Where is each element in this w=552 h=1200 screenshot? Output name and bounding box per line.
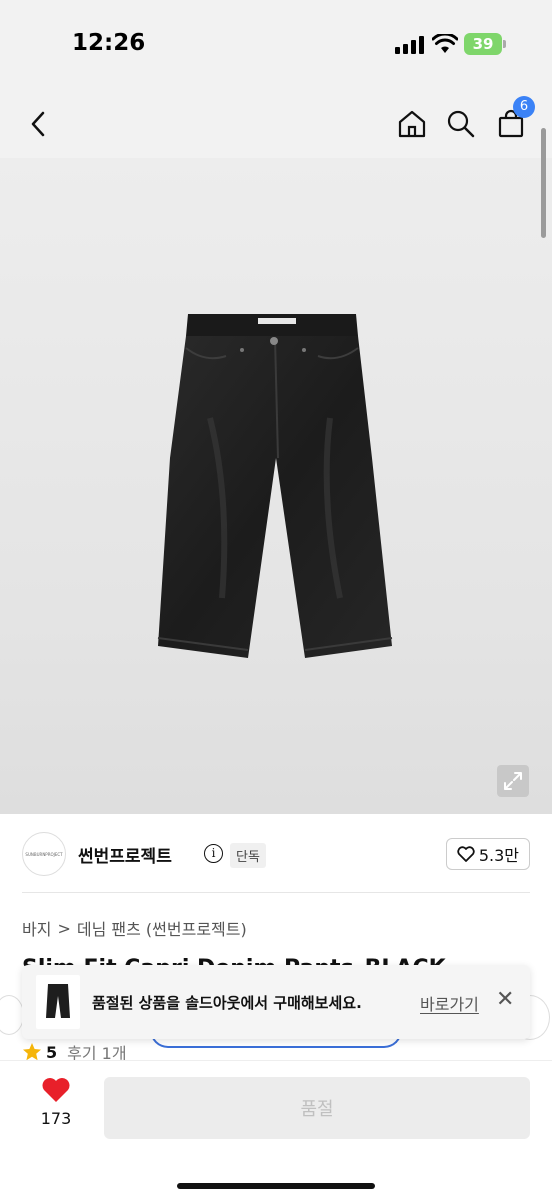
cart-button[interactable]: 6 [489,96,535,146]
scrollbar-thumb[interactable] [541,128,546,238]
status-time: 12:26 [72,30,146,56]
breadcrumb: 바지 > 데님 팬츠 (썬번프로젝트) [22,916,247,940]
breadcrumb-item-pants[interactable]: 바지 [22,916,51,940]
expand-image-button[interactable] [497,765,529,797]
search-button[interactable] [439,102,483,146]
info-icon[interactable]: i [204,844,223,863]
back-button[interactable] [16,102,60,146]
rating-score: 5 [46,1042,58,1062]
home-button[interactable] [390,102,434,146]
wishlist-count: 173 [40,1109,72,1128]
bottom-action-bar: 173 품절 [0,1060,552,1200]
battery-level: 39 [472,35,494,53]
heart-filled-icon [42,1078,70,1102]
seller-logo-text: SUNBURNPROJECT [25,851,63,857]
seller-row: SUNBURNPROJECT 썬번프로젝트 i 단독 5.3만 [22,832,532,878]
wifi-icon [432,34,458,53]
seller-logo[interactable]: SUNBURNPROJECT [22,832,66,876]
exclusive-badge: 단독 [230,843,266,868]
seller-like-count: 5.3만 [478,846,519,865]
carousel-edge-left [0,995,24,1035]
close-icon[interactable]: ✕ [496,989,514,1011]
home-indicator [177,1183,375,1189]
battery-icon: 39 [464,33,506,55]
denim-pants-image [157,314,393,658]
toast-product-thumbnail [36,975,80,1029]
divider [22,892,530,893]
cart-count-badge: 6 [513,96,535,118]
breadcrumb-item-denim[interactable]: 데님 팬츠 (썬번프로젝트) [77,916,247,940]
status-bar: 12:26 39 [0,0,552,92]
soldout-toast: 품절된 상품을 솔드아웃에서 구매해보세요. 바로가기 ✕ [22,965,530,1039]
toast-message: 품절된 상품을 솔드아웃에서 구매해보세요. [92,994,362,1012]
star-icon [23,1043,41,1061]
signal-icon [395,36,425,54]
chevron-left-icon [31,111,45,137]
top-nav-bar: 6 [0,92,552,158]
expand-icon [504,772,522,790]
soldout-button[interactable]: 품절 [104,1077,530,1139]
toast-go-link[interactable]: 바로가기 [420,991,479,1015]
wishlist-button[interactable]: 173 [28,1077,84,1137]
seller-like-button[interactable]: 5.3만 [445,838,530,870]
heart-outline-icon [457,846,475,862]
product-image[interactable] [0,158,552,814]
search-icon [447,110,475,138]
seller-name[interactable]: 썬번프로젝트 [78,842,172,867]
home-icon [398,110,426,138]
chevron-right-icon: > [57,918,71,938]
